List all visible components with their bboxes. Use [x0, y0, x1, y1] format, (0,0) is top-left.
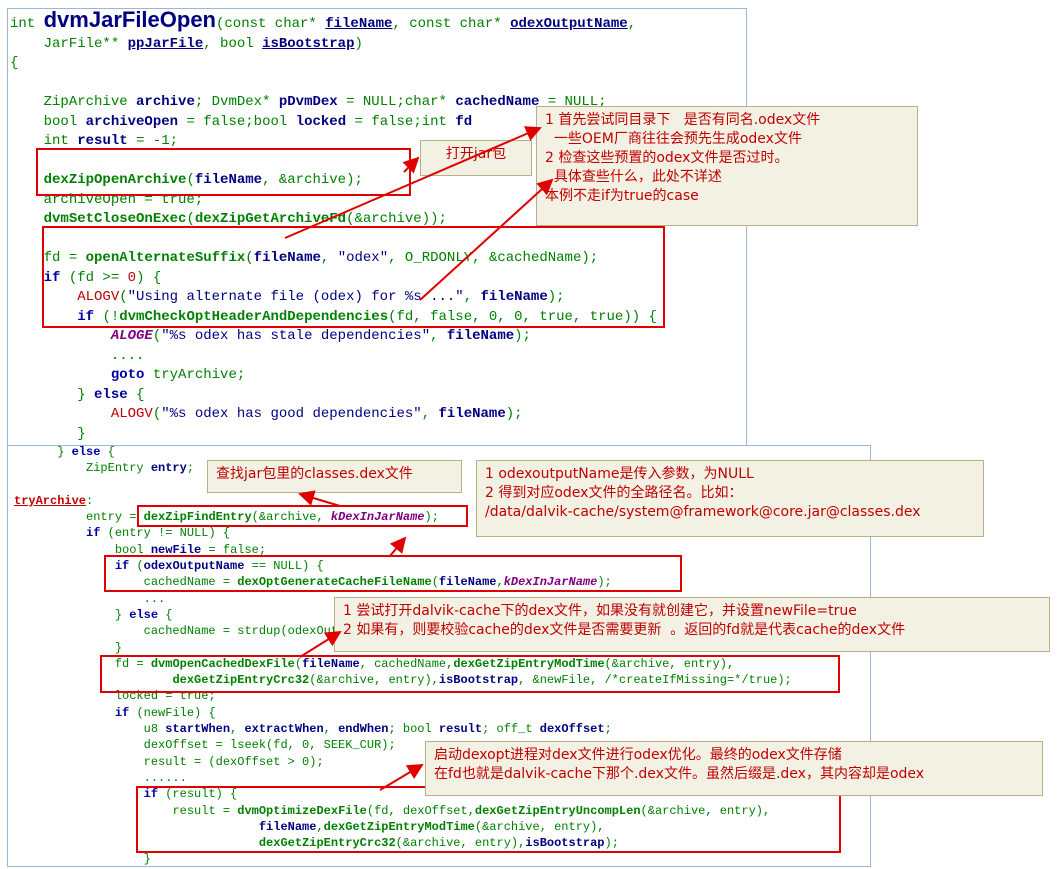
arrow-dexopt [379, 763, 424, 791]
arrow-find-classes [298, 490, 341, 507]
arrow-odex-check-2 [419, 178, 554, 301]
arrow-open-cache [299, 630, 342, 658]
arrow-odex-check-1 [284, 126, 542, 239]
arrow-open-jar [402, 156, 420, 174]
callout-arrows [284, 126, 554, 791]
arrow-cache-name [389, 536, 407, 557]
